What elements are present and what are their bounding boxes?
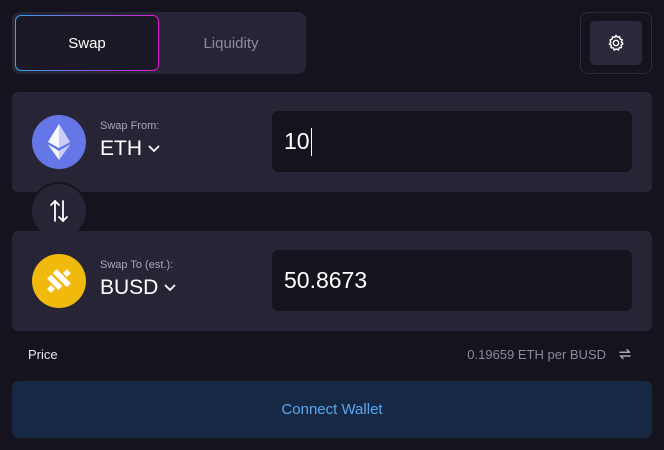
chevron-down-icon (164, 284, 176, 291)
price-label: Price (28, 347, 58, 362)
tab-swap[interactable]: Swap (15, 15, 159, 71)
connect-wallet-label: Connect Wallet (281, 401, 383, 418)
swap-arrows-icon (50, 200, 68, 222)
text-caret (310, 127, 312, 156)
swap-to-token-select[interactable]: BUSD (100, 276, 176, 300)
swap-app: Swap Liquidity Swap From: ETH 10 Swap To… (0, 0, 664, 450)
gear-icon (608, 34, 624, 51)
swap-from-amount-input[interactable]: 10 (272, 111, 632, 172)
swap-from-panel: Swap From: ETH 10 (12, 92, 652, 192)
connect-wallet-button[interactable]: Connect Wallet (12, 381, 652, 438)
ethereum-logo-icon (32, 115, 86, 169)
tab-liquidity[interactable]: Liquidity (159, 15, 303, 71)
settings-container (580, 12, 652, 74)
swap-to-token-symbol: BUSD (100, 276, 159, 299)
busd-logo-icon (32, 254, 86, 308)
swap-from-token-select[interactable]: ETH (100, 137, 160, 161)
swap-from-amount-value: 10 (284, 128, 310, 154)
swap-from-token-symbol: ETH (100, 137, 142, 160)
swap-from-label: Swap From: (100, 120, 160, 132)
swap-to-amount-input[interactable]: 50.8673 (272, 250, 632, 311)
price-refresh-button[interactable] (617, 346, 633, 367)
settings-button[interactable] (590, 21, 642, 65)
swap-to-label: Swap To (est.): (100, 259, 174, 271)
chevron-down-icon (148, 145, 160, 152)
refresh-icon (619, 348, 631, 360)
tab-bar: Swap Liquidity (12, 12, 306, 74)
swap-to-amount-value: 50.8673 (284, 267, 368, 293)
price-value: 0.19659 ETH per BUSD (467, 347, 606, 362)
swap-to-panel: Swap To (est.): BUSD 50.8673 (12, 231, 652, 331)
